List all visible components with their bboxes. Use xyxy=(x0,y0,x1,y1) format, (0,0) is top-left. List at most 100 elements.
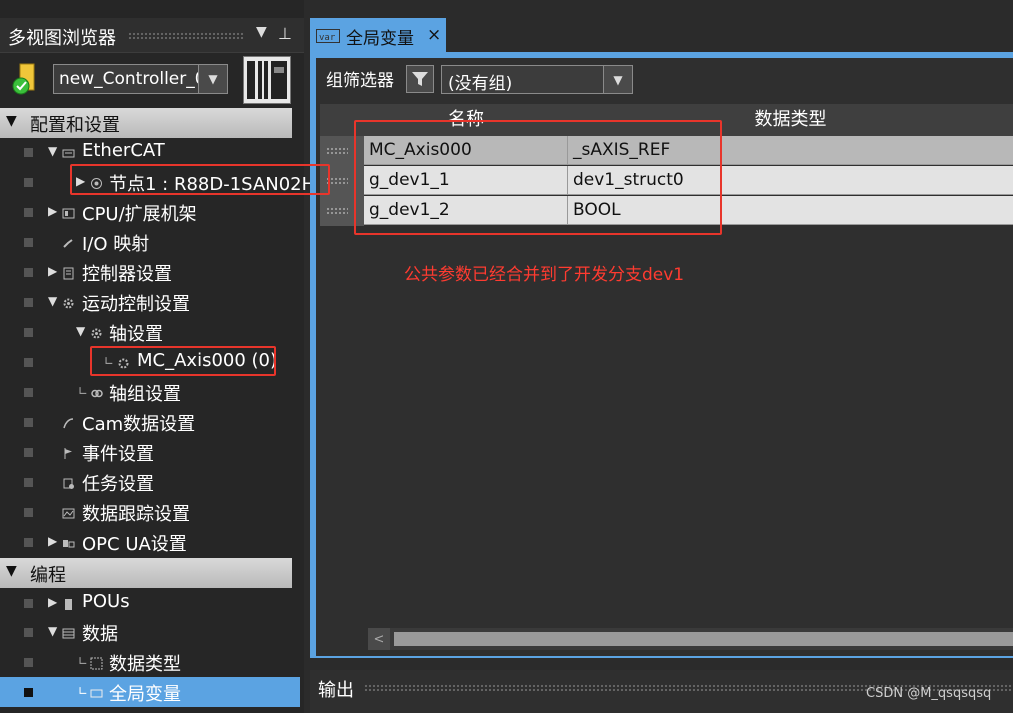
section-label: 配置和设置 xyxy=(30,115,120,136)
annotation-box-table xyxy=(354,120,722,235)
tree-marker xyxy=(24,688,33,697)
cam-icon xyxy=(62,415,75,429)
gear-icon xyxy=(62,295,75,309)
tree-marker xyxy=(24,148,33,157)
tree-item-label: I/O 映射 xyxy=(82,234,150,255)
tree-marker xyxy=(24,508,33,517)
axis-group-icon xyxy=(90,385,103,398)
tree-item-label: 数据跟踪设置 xyxy=(82,504,190,525)
expanded-arrow-icon[interactable]: ▼ xyxy=(48,144,57,158)
tree-item-axis-settings[interactable]: ▼ 轴设置 xyxy=(0,317,300,347)
expanded-arrow-icon[interactable]: ▼ xyxy=(48,294,57,308)
tree-item-label: 全局变量 xyxy=(109,684,181,705)
tree-marker xyxy=(24,478,33,487)
tree-item-label: 事件设置 xyxy=(82,444,154,465)
tree-marker xyxy=(24,599,33,608)
annotation-box-node xyxy=(70,164,330,195)
tree-item-motion-settings[interactable]: ▼ 运动控制设置 xyxy=(0,287,300,317)
svg-text:var: var xyxy=(319,33,336,43)
tree-item-event-settings[interactable]: 事件设置 xyxy=(0,437,300,467)
tree-marker xyxy=(24,358,33,367)
tree-item-label: 控制器设置 xyxy=(82,264,172,285)
tree-item-label: CPU/扩展机架 xyxy=(82,204,197,225)
chevron-down-icon[interactable]: ▼ xyxy=(198,65,227,93)
tree-item-task-settings[interactable]: 任务设置 xyxy=(0,467,300,497)
expanded-arrow-icon[interactable]: ▼ xyxy=(76,324,85,338)
annotation-box-axis xyxy=(90,346,276,376)
tree-item-cpu-rack[interactable]: ▶ CPU/扩展机架 xyxy=(0,197,300,227)
tab-label: 全局变量 xyxy=(346,29,414,49)
grip-dots xyxy=(128,32,244,39)
pou-icon xyxy=(62,596,75,610)
tab-global-variables[interactable]: var 全局变量 × xyxy=(310,18,446,52)
annotation-note: 公共参数已经合并到了开发分支dev1 xyxy=(404,265,685,285)
task-icon xyxy=(62,475,75,489)
collapsed-arrow-icon[interactable]: ▶ xyxy=(48,204,57,218)
chevron-down-icon[interactable]: ▼ xyxy=(603,66,632,93)
controller-status-icon xyxy=(12,62,38,96)
tree-item-io-map[interactable]: I/O 映射 xyxy=(0,227,300,257)
tree-marker xyxy=(24,268,33,277)
tree-item-data-types[interactable]: ∟ 数据类型 xyxy=(0,647,300,677)
tree-item-global-vars[interactable]: ∟ 全局变量 xyxy=(0,677,300,707)
expanded-arrow-icon[interactable]: ▼ xyxy=(48,624,57,638)
pin-icon[interactable]: ⊥ xyxy=(278,24,292,43)
tree-item-opcua[interactable]: ▶ OPC UA设置 xyxy=(0,527,300,557)
tree-item-label: 轴组设置 xyxy=(109,384,181,405)
section-label: 编程 xyxy=(30,565,66,586)
tree-item-label: 数据类型 xyxy=(109,654,181,675)
group-select-value: (没有组) xyxy=(448,74,513,94)
controller-settings-icon xyxy=(62,265,75,280)
opcua-icon xyxy=(62,535,75,548)
tree-marker xyxy=(24,538,33,547)
collapsed-arrow-icon[interactable]: ▶ xyxy=(48,595,57,609)
gear-icon xyxy=(90,325,103,339)
group-filter-label: 组筛选器 xyxy=(326,71,394,91)
trace-icon xyxy=(62,505,75,519)
tree-item-ethercat[interactable]: ▼ EtherCAT xyxy=(0,137,300,167)
global-vars-tab-icon: var xyxy=(316,28,340,43)
tree-item-data-trace[interactable]: 数据跟踪设置 xyxy=(0,497,300,527)
scrollbar-thumb[interactable] xyxy=(394,632,1013,646)
tree-marker xyxy=(24,418,33,427)
global-vars-icon xyxy=(90,685,103,698)
tree-item-label: OPC UA设置 xyxy=(82,534,187,555)
panel-title: 多视图浏览器 xyxy=(8,28,116,49)
filter-icon[interactable] xyxy=(406,65,434,93)
group-select[interactable]: (没有组) ▼ xyxy=(441,65,633,94)
tree-marker xyxy=(24,388,33,397)
scroll-left-icon[interactable]: < xyxy=(368,628,390,650)
io-map-icon xyxy=(62,235,75,248)
tree-item-label: Cam数据设置 xyxy=(82,414,196,435)
tree-item-data[interactable]: ▼ 数据 xyxy=(0,617,300,647)
tree-item-label: 任务设置 xyxy=(82,474,154,495)
controller-select-value: new_Controller_0 xyxy=(59,69,206,89)
tree-item-axis-group[interactable]: ∟ 轴组设置 xyxy=(0,377,300,407)
collapsed-arrow-icon[interactable]: ▶ xyxy=(48,534,57,548)
tree-item-cam-data[interactable]: Cam数据设置 xyxy=(0,407,300,437)
tree-item-pous[interactable]: ▶ POUs xyxy=(0,588,300,618)
collapsed-arrow-icon[interactable]: ▶ xyxy=(48,264,57,278)
ethercat-icon xyxy=(62,145,75,158)
tree-marker xyxy=(24,208,33,217)
data-type-icon xyxy=(90,655,103,670)
horizontal-scrollbar[interactable]: < xyxy=(368,628,1013,650)
section-config-and-settings[interactable]: ▼ 配置和设置 xyxy=(0,108,292,138)
tree-item-controller-settings[interactable]: ▶ 控制器设置 xyxy=(0,257,300,287)
section-programming[interactable]: ▼ 编程 xyxy=(0,558,292,588)
watermark: CSDN @M_qsqsqsq xyxy=(866,686,992,701)
tree-marker xyxy=(24,298,33,307)
collapse-arrow-icon[interactable]: ▼ xyxy=(6,563,17,579)
panel-menu-dropdown-icon[interactable]: ▼ xyxy=(256,24,267,40)
tree-marker xyxy=(24,658,33,667)
controller-select[interactable]: new_Controller_0 ▼ xyxy=(53,64,228,94)
collapse-arrow-icon[interactable]: ▼ xyxy=(6,113,17,129)
data-icon xyxy=(62,625,75,639)
tree-item-label: POUs xyxy=(82,591,130,612)
rack-icon xyxy=(62,205,75,219)
tree-marker xyxy=(24,238,33,247)
close-icon[interactable]: × xyxy=(427,25,441,45)
controller-image-icon[interactable] xyxy=(243,56,291,104)
multi-view-explorer-titlebar: 多视图浏览器 ▼ ⊥ xyxy=(0,18,304,53)
tree-branch-icon: ∟ xyxy=(78,684,89,698)
